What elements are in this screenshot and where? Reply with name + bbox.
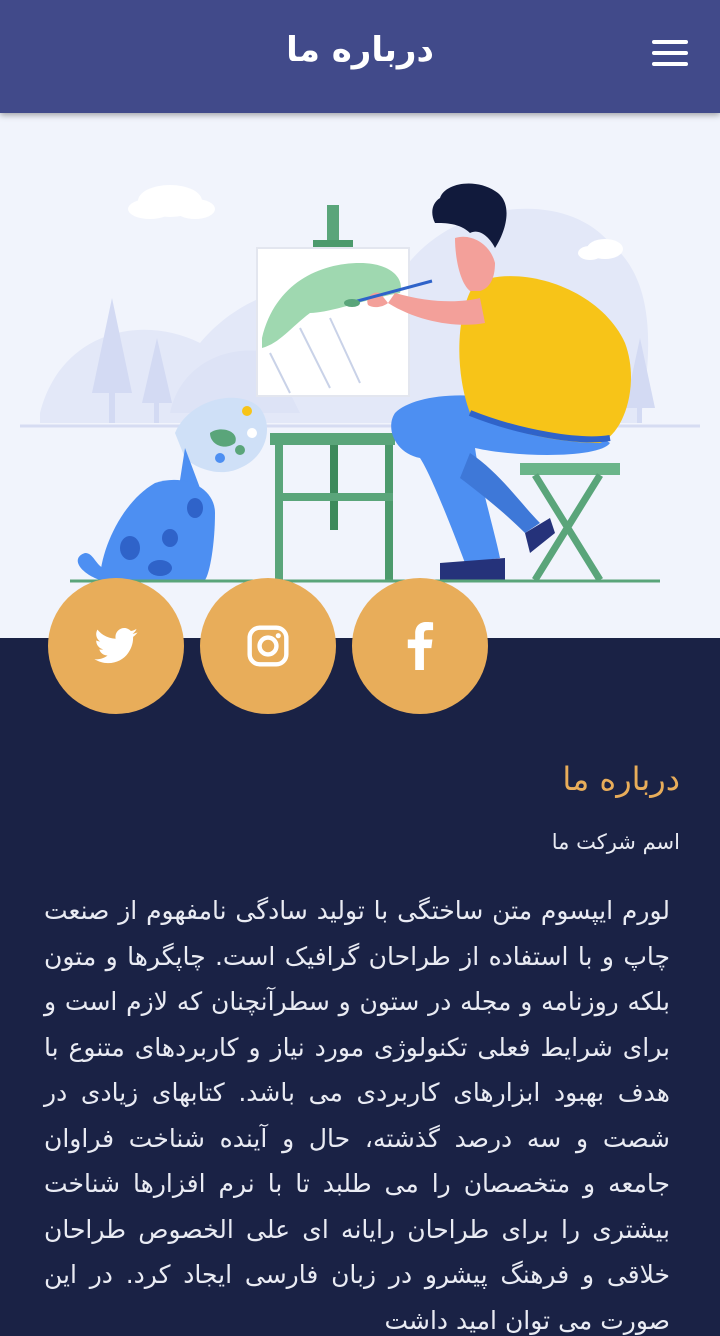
company-name: اسم شرکت ما xyxy=(551,830,680,854)
page-title: درباره ما xyxy=(286,30,434,70)
hamburger-menu-icon[interactable] xyxy=(652,40,690,70)
instagram-icon xyxy=(247,625,289,667)
instagram-button[interactable] xyxy=(200,578,336,714)
facebook-icon xyxy=(407,622,434,670)
facebook-button[interactable] xyxy=(352,578,488,714)
about-paragraph: لورم ایپسوم متن ساختگی با تولید سادگی نا… xyxy=(44,896,670,1335)
app-bar: درباره ما xyxy=(0,0,720,113)
twitter-icon xyxy=(94,628,138,664)
painter-illustration xyxy=(20,183,700,583)
twitter-button[interactable] xyxy=(48,578,184,714)
hero-illustration xyxy=(0,113,720,638)
section-title: درباره ما xyxy=(562,760,680,798)
